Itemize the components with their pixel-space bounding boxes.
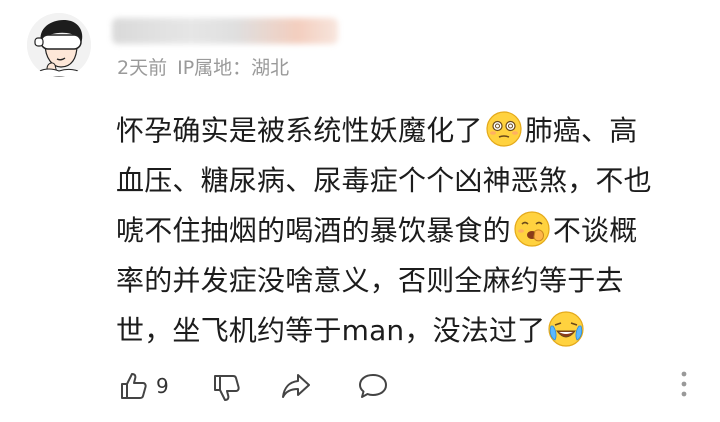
laughing-crying-emoji (547, 310, 585, 348)
comment-actions: 9 (0, 360, 720, 416)
user-avatar[interactable] (27, 13, 91, 77)
thumbs-down-icon (211, 373, 241, 403)
comment-text-segment: 唬不住抽烟的喝酒的暴饮暴食的 (116, 214, 511, 247)
like-count: 9 (156, 374, 169, 398)
ip-location: IP属地：湖北 (177, 57, 290, 79)
share-icon (280, 371, 312, 401)
comment-text-segment: 怀孕确实是被系统性妖魔化了 (116, 114, 483, 147)
comment-text-segment: 不谈概 (552, 214, 638, 247)
share-button[interactable] (280, 366, 312, 406)
more-icon[interactable] (678, 366, 690, 402)
dislike-button[interactable] (211, 368, 241, 408)
dizzy-face-emoji (485, 110, 523, 148)
comment-text-segment: 血压、糖尿病、尿毒症个个凶神恶煞，不也 (116, 164, 652, 197)
comment-line: 唬不住抽烟的喝酒的暴饮暴食的 不谈概 (116, 206, 696, 256)
comment-text: 怀孕确实是被系统性妖魔化了 肺癌、高 血压、糖尿病、尿毒症个个凶神恶煞，不也 唬… (116, 106, 696, 356)
comment-text-segment: 率的并发症没啥意义，否则全麻约等于去 (116, 264, 624, 297)
comment-time: 2天前 (117, 57, 168, 79)
username-redacted[interactable] (112, 18, 338, 44)
like-button[interactable]: 9 (118, 366, 169, 406)
comment-line: 血压、糖尿病、尿毒症个个凶神恶煞，不也 (116, 156, 696, 206)
comment-card: 2天前 IP属地：湖北 怀孕确实是被系统性妖魔化了 肺癌、高 血压、糖尿病、尿毒症… (0, 0, 720, 422)
comment-text-segment: 肺癌、高 (524, 114, 638, 147)
comment-line: 世，坐飞机约等于man，没法过了 (116, 306, 696, 356)
comment-line: 怀孕确实是被系统性妖魔化了 肺癌、高 (116, 106, 696, 156)
comment-icon (357, 371, 389, 401)
thumbs-up-icon (118, 371, 148, 401)
reply-button[interactable] (357, 366, 389, 406)
comment-meta: 2天前 IP属地：湖北 (117, 56, 289, 80)
comment-line: 率的并发症没啥意义，否则全麻约等于去 (116, 256, 696, 306)
yawning-face-emoji (513, 210, 551, 248)
comment-text-segment: 世，坐飞机约等于man，没法过了 (116, 314, 546, 347)
